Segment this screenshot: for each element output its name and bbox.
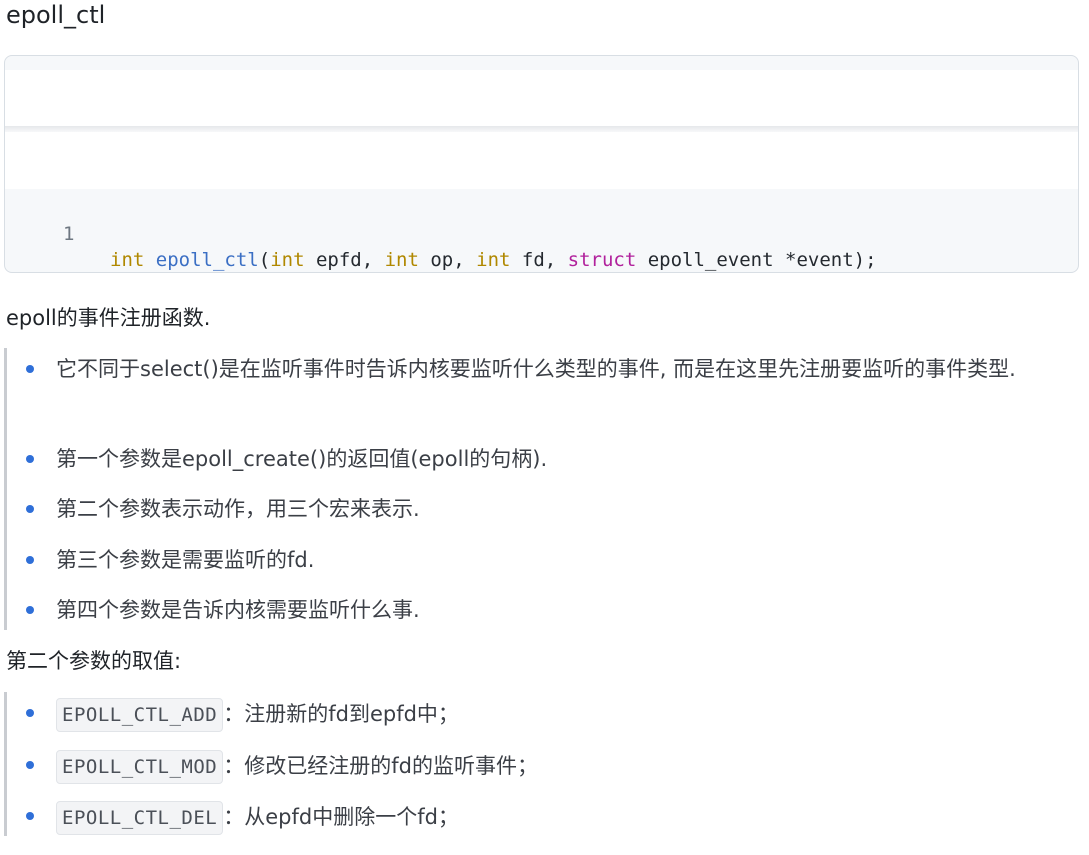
code-token-struct: struct [567,249,637,271]
list-item-text: EPOLL_CTL_ADD ：注册新的fd到epfd中； [56,694,1071,734]
bullet-icon [26,490,36,528]
code-token-type: int [270,249,305,271]
bullet-icon [26,541,36,579]
code-token: ( [258,249,271,271]
list-item: EPOLL_CTL_DEL ：从epfd中删除一个fd； [0,797,1080,837]
code-block-overlay [5,70,1078,189]
value-description: ：注册新的fd到epfd中； [223,702,459,726]
code-block: 1 int epoll_ctl(int epfd, int op, int fd… [4,55,1079,273]
list-item: EPOLL_CTL_ADD ：注册新的fd到epfd中； [0,694,1080,734]
inline-code: EPOLL_CTL_MOD [56,750,224,784]
bullet-icon [26,350,36,388]
code-line: 1 int epoll_ctl(int epfd, int op, int fd… [5,195,1078,271]
list-item: 它不同于select()是在监听事件时告诉内核要监听什么类型的事件, 而是在这里… [0,350,1080,426]
code-token: fd, [510,249,568,271]
list-item-text: EPOLL_CTL_MOD ：修改已经注册的fd的监听事件； [56,746,1071,786]
code-token: epfd, [304,249,385,271]
intro-paragraph: epoll的事件注册函数. [6,306,211,330]
list-item: EPOLL_CTL_MOD ：修改已经注册的fd的监听事件； [0,746,1080,786]
list-item: 第一个参数是epoll_create()的返回值(epoll的句柄). [0,440,1080,478]
divider [5,126,1078,132]
list-item-text: 第四个参数是告诉内核需要监听什么事. [56,598,420,622]
bullet-icon [26,797,36,837]
list-item-text: 第二个参数表示动作，用三个宏来表示. [56,497,420,521]
list-item: 第四个参数是告诉内核需要监听什么事. [0,591,1080,629]
code-token-function: epoll_ctl [155,249,259,271]
code-token: op, [418,249,477,271]
bullet-icon [26,591,36,629]
page-heading: epoll_ctl [6,1,106,29]
code-text: int epoll_ctl(int epfd, int op, int fd, … [110,247,877,272]
code-token-type: int [384,249,419,271]
list-item-text: 第一个参数是epoll_create()的返回值(epoll的句柄). [56,447,548,471]
list-item: 第二个参数表示动作，用三个宏来表示. [0,490,1080,528]
list-item-text: EPOLL_CTL_DEL ：从epfd中删除一个fd； [56,797,1071,837]
inline-code: EPOLL_CTL_DEL [56,801,224,835]
code-token-type: int [476,249,511,271]
code-token: epoll_event *event); [636,249,877,271]
code-token-type: int [110,249,145,271]
op-heading: 第二个参数的取值: [6,649,182,673]
value-description: ：修改已经注册的fd的监听事件； [223,754,538,778]
list-item-text: 第三个参数是需要监听的fd. [56,548,315,572]
list-item-text: 它不同于select()是在监听事件时告诉内核要监听什么类型的事件, 而是在这里… [56,357,1016,381]
bullet-icon [26,746,36,786]
bullet-icon [26,440,36,478]
bullet-icon [26,694,36,734]
value-description: ：从epfd中删除一个fd； [223,805,459,829]
inline-code: EPOLL_CTL_ADD [56,698,224,732]
list-item: 第三个参数是需要监听的fd. [0,541,1080,579]
line-number: 1 [63,223,75,245]
